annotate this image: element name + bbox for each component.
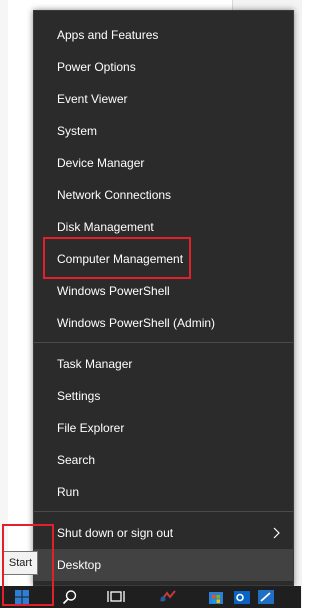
menu-item-apps-and-features[interactable]: Apps and Features [34, 19, 293, 51]
menu-item-power-options[interactable]: Power Options [34, 51, 293, 83]
start-tooltip: Start [3, 551, 38, 575]
menu-separator [34, 511, 293, 512]
menu-item-file-explorer[interactable]: File Explorer [34, 412, 293, 444]
menu-item-run[interactable]: Run [34, 476, 293, 508]
menu-item-computer-management[interactable]: Computer Management [34, 243, 293, 275]
menu-separator [34, 342, 293, 343]
menu-item-task-manager[interactable]: Task Manager [34, 348, 293, 380]
task-view-icon[interactable] [96, 586, 136, 608]
menu-item-shut-down-or-sign-out[interactable]: Shut down or sign out [34, 517, 293, 549]
quick-link-menu: Apps and Features Power Options Event Vi… [33, 10, 294, 586]
menu-item-desktop[interactable]: Desktop [34, 549, 293, 581]
menu-item-disk-management[interactable]: Disk Management [34, 211, 293, 243]
pen-app-icon[interactable] [246, 586, 286, 608]
menu-item-search[interactable]: Search [34, 444, 293, 476]
app-icon[interactable] [148, 586, 188, 608]
menu-item-windows-powershell-admin[interactable]: Windows PowerShell (Admin) [34, 307, 293, 339]
menu-item-event-viewer[interactable]: Event Viewer [34, 83, 293, 115]
taskbar [0, 586, 301, 608]
search-icon[interactable] [50, 586, 90, 608]
background-window-edge [0, 0, 8, 608]
menu-item-network-connections[interactable]: Network Connections [34, 179, 293, 211]
chevron-right-icon [270, 517, 282, 549]
menu-item-windows-powershell[interactable]: Windows PowerShell [34, 275, 293, 307]
menu-item-label: Shut down or sign out [57, 526, 174, 540]
windows-start-icon[interactable] [2, 586, 42, 608]
menu-item-system[interactable]: System [34, 115, 293, 147]
menu-item-device-manager[interactable]: Device Manager [34, 147, 293, 179]
menu-item-settings[interactable]: Settings [34, 380, 293, 412]
